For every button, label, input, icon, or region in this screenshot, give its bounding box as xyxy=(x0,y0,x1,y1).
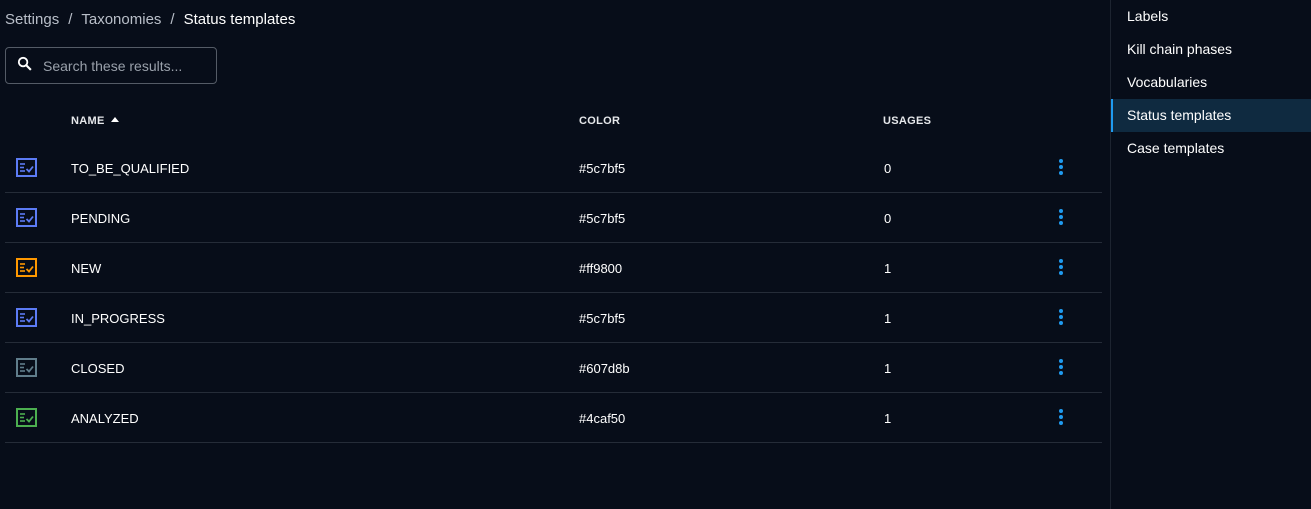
more-vert-icon[interactable] xyxy=(1056,209,1066,227)
column-header-usages[interactable]: USAGES xyxy=(883,115,931,127)
table-header: NAME COLOR USAGES xyxy=(5,100,1102,143)
row-color: #5c7bf5 xyxy=(579,211,626,226)
row-name: NEW xyxy=(71,261,102,276)
row-usages: 1 xyxy=(884,261,892,276)
row-usages: 1 xyxy=(884,361,892,376)
row-name: PENDING xyxy=(71,211,131,226)
column-header-name[interactable]: NAME xyxy=(71,115,119,127)
row-usages: 1 xyxy=(884,311,892,326)
row-usages: 0 xyxy=(884,161,892,176)
row-color: #607d8b xyxy=(579,361,630,376)
breadcrumb-separator: / xyxy=(170,11,175,28)
more-vert-icon[interactable] xyxy=(1056,259,1066,277)
status-templates-table: NAME COLOR USAGES TO_BE_QUALIFIED #5c7bf5… xyxy=(5,100,1102,443)
sidebar-item-status-templates[interactable]: Status templates xyxy=(1111,99,1311,132)
list-check-icon xyxy=(16,158,37,180)
taxonomies-sidebar: Labels Kill chain phases Vocabularies Statu… xyxy=(1110,0,1311,509)
sidebar-item-vocabularies[interactable]: Vocabularies xyxy=(1111,66,1311,99)
breadcrumb-taxonomies[interactable]: Taxonomies xyxy=(81,11,161,28)
search-input[interactable] xyxy=(43,57,203,74)
list-check-icon xyxy=(16,408,37,430)
column-header-color[interactable]: COLOR xyxy=(579,115,620,127)
breadcrumb-separator: / xyxy=(68,11,73,28)
more-vert-icon[interactable] xyxy=(1056,309,1066,327)
breadcrumb-current: Status templates xyxy=(183,11,296,28)
list-check-icon xyxy=(16,358,37,380)
breadcrumb: Settings / Taxonomies / Status templates xyxy=(5,11,295,28)
row-name: IN_PROGRESS xyxy=(71,311,165,326)
table-row[interactable]: TO_BE_QUALIFIED #5c7bf5 0 xyxy=(5,143,1102,193)
more-vert-icon[interactable] xyxy=(1056,359,1066,377)
sort-ascending-icon xyxy=(110,117,119,122)
row-color: #5c7bf5 xyxy=(579,311,626,326)
breadcrumb-settings[interactable]: Settings xyxy=(5,11,59,28)
row-name: TO_BE_QUALIFIED xyxy=(71,161,190,176)
list-check-icon xyxy=(16,258,37,280)
row-name: ANALYZED xyxy=(71,411,139,426)
row-color: #5c7bf5 xyxy=(579,161,626,176)
search-box[interactable] xyxy=(5,47,217,84)
row-usages: 1 xyxy=(884,411,892,426)
more-vert-icon[interactable] xyxy=(1056,159,1066,177)
table-row[interactable]: ANALYZED #4caf50 1 xyxy=(5,393,1102,443)
list-check-icon xyxy=(16,308,37,330)
row-name: CLOSED xyxy=(71,361,125,376)
row-color: #ff9800 xyxy=(579,261,623,276)
more-vert-icon[interactable] xyxy=(1056,409,1066,427)
table-row[interactable]: PENDING #5c7bf5 0 xyxy=(5,193,1102,243)
table-row[interactable]: CLOSED #607d8b 1 xyxy=(5,343,1102,393)
sidebar-item-case-templates[interactable]: Case templates xyxy=(1111,132,1311,165)
search-icon xyxy=(16,55,33,77)
row-color: #4caf50 xyxy=(579,411,626,426)
list-check-icon xyxy=(16,208,37,230)
table-row[interactable]: IN_PROGRESS #5c7bf5 1 xyxy=(5,293,1102,343)
table-row[interactable]: NEW #ff9800 1 xyxy=(5,243,1102,293)
sidebar-item-labels[interactable]: Labels xyxy=(1111,0,1311,33)
sidebar-item-kill-chain-phases[interactable]: Kill chain phases xyxy=(1111,33,1311,66)
row-usages: 0 xyxy=(884,211,892,226)
